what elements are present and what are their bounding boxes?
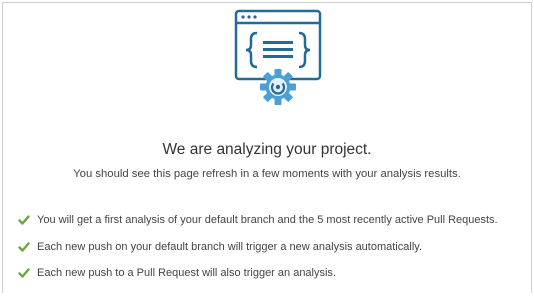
page-subtitle: You should see this page refresh in a fe…: [73, 168, 461, 180]
list-item: Each new push on your default branch wil…: [18, 240, 498, 254]
page-title: We are analyzing your project.: [162, 141, 372, 158]
code-window-gear-icon: [234, 9, 322, 105]
checkmark-icon: [18, 215, 30, 225]
list-item: You will get a first analysis of your de…: [18, 213, 498, 227]
list-item-text: Each new push on your default branch wil…: [37, 240, 422, 253]
list-item-text: You will get a first analysis of your de…: [37, 214, 498, 226]
checkmark-icon: [18, 268, 30, 278]
info-checklist: You will get a first analysis of your de…: [18, 213, 498, 293]
list-item-text: Each new push to a Pull Request will als…: [37, 267, 336, 279]
list-item: Each new push to a Pull Request will als…: [18, 266, 498, 280]
analysis-panel: We are analyzing your project. You shoul…: [2, 2, 532, 293]
checkmark-icon: [18, 241, 30, 252]
